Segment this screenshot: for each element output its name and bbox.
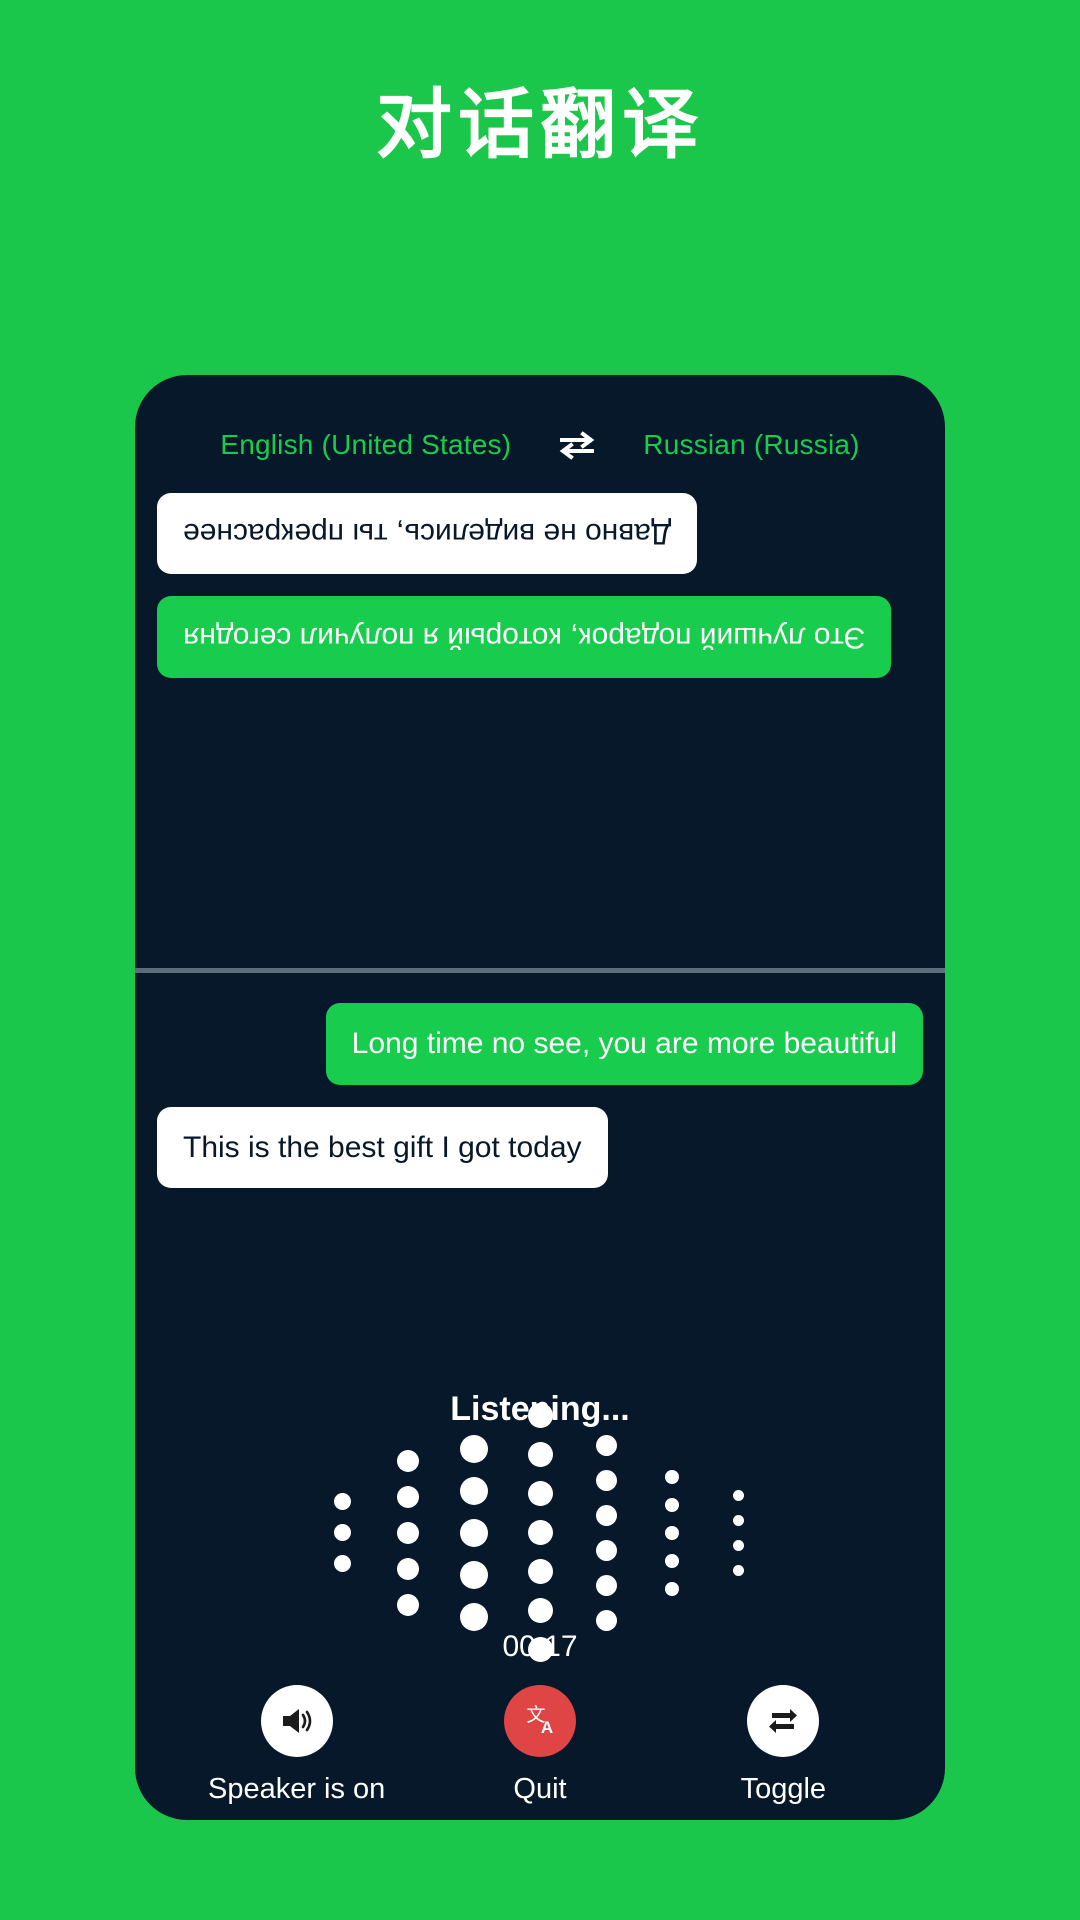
svg-text:A: A — [541, 1718, 553, 1737]
page-title: 对话翻译 — [376, 83, 704, 168]
speaker-toggle-label: Speaker is on — [207, 1773, 386, 1805]
message-bubble[interactable]: Long time no see, you are more beautiful — [325, 1003, 923, 1085]
waveform-dot — [595, 1469, 617, 1491]
source-language-selector[interactable]: English (United States) — [220, 429, 511, 461]
pane-divider — [135, 968, 945, 973]
waveform-dot — [665, 1469, 679, 1484]
waveform-dot — [595, 1504, 617, 1526]
swap-horizontal-icon[interactable] — [557, 429, 597, 461]
waveform-dot — [595, 1434, 617, 1456]
speaker-on-icon[interactable] — [260, 1685, 333, 1757]
waveform-dot — [333, 1493, 351, 1510]
waveform-dot — [397, 1485, 419, 1508]
waveform-dot — [333, 1524, 351, 1541]
target-language-selector[interactable]: Russian (Russia) — [643, 429, 859, 461]
waveform-dot — [595, 1609, 617, 1631]
waveform-dot — [397, 1521, 419, 1544]
waveform-dot — [732, 1489, 744, 1501]
conversation-pane-upper: Это лучший подарок, который я получил се… — [135, 475, 945, 965]
waveform-dot — [595, 1574, 617, 1596]
waveform-column — [375, 1449, 441, 1616]
recording-timer: 00:17 — [502, 1630, 578, 1663]
waveform-column — [507, 1403, 573, 1662]
waveform-column — [705, 1489, 771, 1576]
waveform-dot — [665, 1525, 679, 1540]
toggle-label: Toggle — [740, 1773, 827, 1805]
waveform-column — [441, 1434, 507, 1631]
waveform-dot — [665, 1553, 679, 1568]
quit-label: Quit — [513, 1773, 567, 1805]
translate-icon[interactable]: 文 A — [503, 1685, 576, 1757]
waveform-dot — [460, 1476, 488, 1505]
waveform-dot — [397, 1557, 419, 1580]
waveform-dot — [527, 1403, 553, 1428]
waveform-dot — [527, 1442, 553, 1467]
speaker-toggle-button[interactable]: Speaker is on — [177, 1685, 417, 1806]
waveform-dot — [732, 1539, 744, 1551]
waveform-dot — [460, 1434, 488, 1463]
message-bubble[interactable]: Это лучший подарок, который я получил се… — [157, 596, 892, 678]
audio-waveform — [135, 1403, 945, 1662]
waveform-dot — [397, 1449, 419, 1472]
waveform-dot — [527, 1598, 553, 1623]
waveform-dot — [732, 1514, 744, 1526]
waveform-column — [309, 1493, 375, 1572]
translator-panel: English (United States) Russian (Russia)… — [135, 375, 945, 1820]
toggle-button[interactable]: Toggle — [663, 1685, 903, 1806]
toggle-swap-icon[interactable] — [747, 1685, 820, 1757]
waveform-dot — [333, 1555, 351, 1572]
control-bar: Speaker is on 文 A Quit Toggle — [135, 1685, 945, 1806]
waveform-column — [639, 1469, 705, 1596]
message-bubble[interactable]: This is the best gift I got today — [157, 1106, 608, 1188]
waveform-dot — [460, 1560, 488, 1589]
message-row: This is the best gift I got today — [157, 1106, 923, 1188]
message-row: Это лучший подарок, который я получил се… — [157, 596, 923, 678]
conversation-pane-lower: Long time no see, you are more beautiful… — [135, 975, 945, 1188]
waveform-dot — [527, 1520, 553, 1545]
waveform-dot — [460, 1518, 488, 1547]
waveform-dot — [665, 1581, 679, 1596]
message-row: Long time no see, you are more beautiful — [157, 1003, 923, 1085]
waveform-column — [573, 1434, 639, 1631]
message-bubble[interactable]: Давно не виделись, ты прекраснее — [157, 493, 698, 575]
quit-button[interactable]: 文 A Quit — [420, 1685, 660, 1806]
waveform-dot — [665, 1497, 679, 1512]
waveform-dot — [527, 1481, 553, 1506]
waveform-dot — [397, 1593, 419, 1616]
waveform-dot — [460, 1602, 488, 1631]
waveform-dot — [595, 1539, 617, 1561]
waveform-dot — [732, 1564, 744, 1576]
message-row: Давно не виделись, ты прекраснее — [157, 493, 923, 575]
language-bar: English (United States) Russian (Russia) — [135, 415, 945, 475]
waveform-dot — [527, 1559, 553, 1584]
